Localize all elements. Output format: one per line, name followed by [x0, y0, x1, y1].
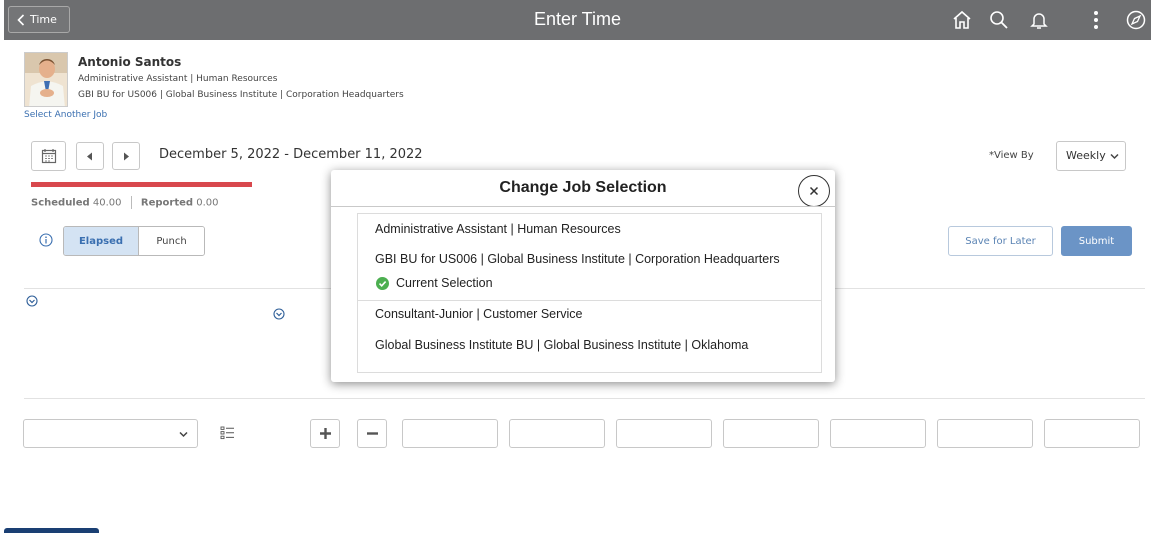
modal-title: Change Job Selection	[499, 179, 667, 196]
close-button[interactable]	[798, 175, 830, 207]
job-unit-line: Global Business Institute BU | Global Bu…	[375, 338, 749, 352]
change-job-modal: Change Job Selection Administrative Assi…	[331, 170, 835, 382]
job-list: Administrative Assistant | Human Resourc…	[357, 213, 822, 373]
modal-divider	[331, 206, 835, 207]
current-selection-label: Current Selection	[396, 276, 493, 290]
close-icon	[809, 186, 819, 196]
job-option[interactable]: Consultant-Junior | Customer Service Glo…	[358, 301, 821, 373]
current-selection-indicator: Current Selection	[376, 276, 493, 290]
job-option-current[interactable]: Administrative Assistant | Human Resourc…	[358, 214, 821, 300]
job-title-line: Consultant-Junior | Customer Service	[375, 307, 583, 321]
check-circle-icon	[376, 276, 389, 290]
job-unit-line: GBI BU for US006 | Global Business Insti…	[375, 252, 780, 266]
job-title-line: Administrative Assistant | Human Resourc…	[375, 222, 621, 236]
